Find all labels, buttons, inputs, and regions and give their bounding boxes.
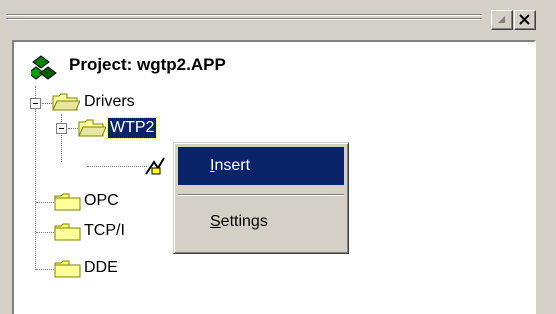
context-menu: Insert Settings (173, 142, 349, 254)
window-frame: Project: wgtp2.APP Drivers WTP2 OPC TCP/… (0, 0, 556, 314)
minimize-button[interactable] (491, 10, 513, 30)
minimize-icon (498, 16, 505, 23)
tree-item-tcpip[interactable]: TCP/I (84, 221, 125, 241)
menu-item-insert[interactable]: Insert (178, 147, 344, 185)
folder-open-icon (52, 93, 80, 111)
folder-icon (54, 223, 81, 241)
tree-item-drivers[interactable]: Drivers (84, 92, 135, 112)
settings-label-rest: ettings (220, 213, 268, 230)
insert-label-rest: nsert (214, 157, 251, 174)
driver-icon (145, 157, 165, 175)
project-icon (31, 55, 57, 80)
drivers-expander[interactable] (30, 98, 41, 109)
tree-item-wtp2[interactable]: WTP2 (106, 117, 158, 139)
tree-item-opc[interactable]: OPC (84, 191, 119, 211)
folder-icon (54, 193, 81, 211)
project-label[interactable]: Project: wgtp2.APP (69, 55, 226, 75)
menu-item-settings[interactable]: Settings (178, 203, 344, 241)
close-button[interactable] (514, 10, 536, 30)
folder-icon (54, 260, 81, 278)
wtp2-expander[interactable] (56, 123, 67, 134)
close-icon (519, 14, 530, 25)
tree-item-dde[interactable]: DDE (84, 258, 118, 278)
folder-open-icon (78, 119, 106, 137)
settings-mnemonic: S (210, 213, 221, 230)
toolbar-grip[interactable] (6, 14, 482, 28)
menu-separator (178, 194, 344, 196)
